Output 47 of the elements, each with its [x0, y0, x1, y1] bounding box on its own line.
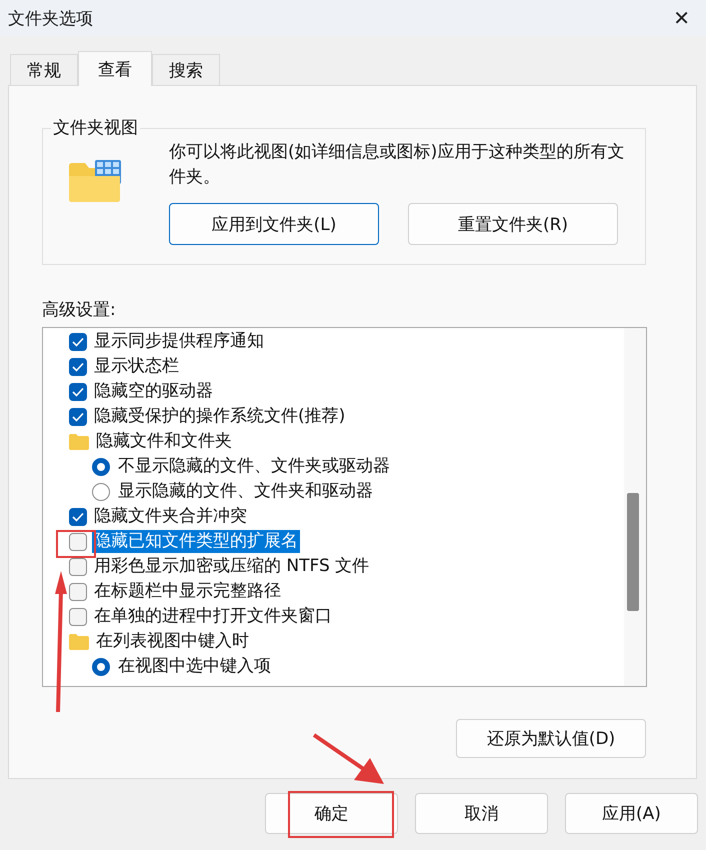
group-label: 在列表视图中键入时 [95, 630, 250, 653]
option-row[interactable]: 在单独的进程中打开文件夹窗口 [43, 604, 646, 629]
option-row[interactable]: 用彩色显示加密或压缩的 NTFS 文件 [43, 554, 646, 579]
reset-button[interactable]: 还原为默认值(D) [456, 719, 646, 758]
check-mark-icon [72, 512, 84, 522]
checkbox[interactable] [69, 382, 87, 400]
description-text: 你可以将此视图(如详细信息或图标)应用于这种类型的所有文件夹。 [169, 141, 626, 189]
check-mark-icon [72, 336, 84, 346]
checkbox[interactable] [69, 508, 87, 526]
dialog-button[interactable]: 取消 [415, 793, 548, 834]
option-row[interactable]: 显示同步提供程序通知 [43, 329, 646, 354]
checkbox[interactable] [69, 408, 87, 426]
checkbox[interactable] [69, 358, 87, 376]
folder-icon [69, 160, 121, 202]
check-mark-icon [72, 412, 84, 422]
folder-icon [69, 634, 89, 650]
option-row[interactable]: 隐藏受保护的操作系统文件(推荐) [43, 404, 646, 429]
checkbox[interactable] [69, 532, 87, 550]
section-label: 高级设置: [42, 299, 117, 321]
folder-view-button[interactable]: 应用到文件夹(L) [169, 203, 379, 245]
radio-button[interactable] [92, 458, 110, 476]
option-row[interactable]: 显示状态栏 [43, 354, 646, 379]
dialog-button[interactable]: 应用(A) [565, 793, 698, 834]
tab[interactable]: 搜索 [152, 54, 220, 85]
option-row[interactable]: 隐藏文件夹合并冲突 [43, 504, 646, 529]
window-title: 文件夹选项 [8, 8, 93, 30]
radio-button[interactable] [92, 482, 110, 500]
tab[interactable]: 常规 [10, 54, 78, 85]
annotation-arrow [312, 733, 384, 784]
option-row[interactable]: 隐藏空的驱动器 [43, 379, 646, 404]
checkbox[interactable] [69, 582, 87, 600]
group-label: 隐藏文件和文件夹 [95, 430, 233, 453]
checkbox[interactable] [69, 332, 87, 350]
checkbox[interactable] [69, 558, 87, 576]
option-row[interactable]: 在标题栏中显示完整路径 [43, 579, 646, 604]
radio-button[interactable] [92, 658, 110, 676]
scrollbar[interactable] [624, 328, 646, 686]
option-row[interactable]: 不显示隐藏的文件、文件夹或驱动器 [43, 454, 646, 479]
option-row[interactable]: 在视图中选中键入项 [43, 654, 646, 679]
check-mark-icon [72, 362, 84, 372]
checkbox[interactable] [69, 608, 87, 626]
option-row[interactable]: 显示隐藏的文件、文件夹和驱动器 [43, 479, 646, 504]
check-mark-icon [72, 386, 84, 396]
folder-view-button[interactable]: 重置文件夹(R) [408, 203, 618, 245]
folder-icon [69, 434, 89, 450]
close-button[interactable]: ✕ [667, 6, 696, 30]
tab[interactable]: 查看 [78, 51, 152, 86]
